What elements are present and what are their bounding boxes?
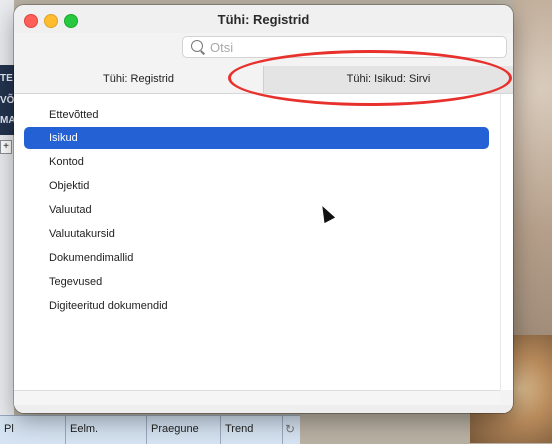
background-app-header: TE VÕ MA: [0, 65, 16, 135]
background-text: TE: [0, 73, 13, 84]
list-item-persons[interactable]: Isikud: [24, 127, 489, 149]
title-bar: Tühi: Registrid: [14, 5, 513, 33]
tab-registers[interactable]: Tühi: Registrid: [14, 66, 263, 93]
window-bottom-bar: [14, 405, 513, 413]
list-item-currencies[interactable]: Valuutad: [24, 199, 489, 221]
background-column-header[interactable]: Pl: [0, 416, 66, 444]
window-title: Tühi: Registrid: [217, 12, 310, 27]
search-placeholder: Otsi: [210, 40, 234, 55]
registers-list: Ettevõtted Isikud Kontod Objektid Valuut…: [14, 94, 513, 390]
horizontal-scrollbar[interactable]: [14, 390, 500, 406]
list-item-digitized-documents[interactable]: Digiteeritud dokumendid: [24, 295, 489, 317]
background-column-header[interactable]: Eelm.: [66, 416, 147, 444]
tab-persons-browse[interactable]: Tühi: Isikud: Sirvi: [263, 66, 513, 93]
vertical-scrollbar[interactable]: [500, 94, 501, 390]
list-item-activities[interactable]: Tegevused: [24, 271, 489, 293]
background-text: VÕ: [0, 95, 15, 106]
search-input[interactable]: Otsi: [182, 36, 507, 58]
tab-bar: Tühi: Registrid Tühi: Isikud: Sirvi: [14, 66, 513, 94]
refresh-icon[interactable]: ↻: [285, 422, 295, 436]
search-icon-handle: [200, 50, 206, 55]
registers-window: Tühi: Registrid Otsi Tühi: Registrid Tüh…: [14, 5, 513, 413]
background-plus-button[interactable]: +: [0, 140, 12, 154]
list-item-exchange-rates[interactable]: Valuutakursid: [24, 223, 489, 245]
list-item-accounts[interactable]: Kontod: [24, 151, 489, 173]
list-item-objects[interactable]: Objektid: [24, 175, 489, 197]
list-item-companies[interactable]: Ettevõtted: [24, 104, 489, 126]
list-item-document-templates[interactable]: Dokumendimallid: [24, 247, 489, 269]
background-table-header: Pl Eelm. Praegune Trend ↻: [0, 415, 300, 444]
background-column-header[interactable]: Trend: [221, 416, 283, 444]
background-column-header[interactable]: Praegune: [147, 416, 221, 444]
